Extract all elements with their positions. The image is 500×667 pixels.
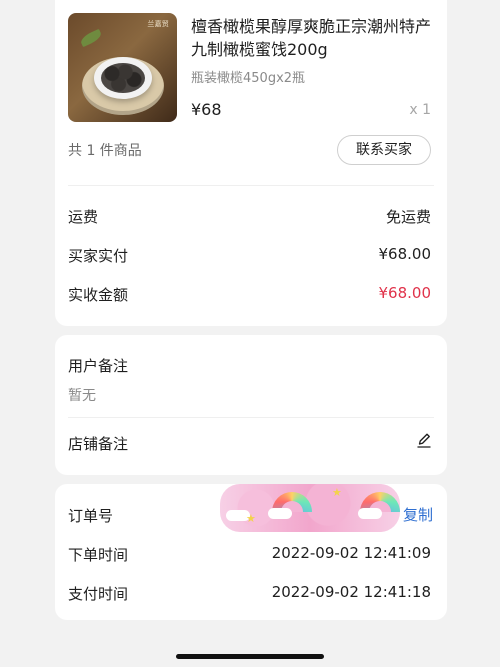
shipping-fee-label: 运费 [68, 208, 99, 226]
star-sticker-icon: ★ [332, 486, 342, 499]
buyer-paid-value: ¥68.00 [378, 245, 432, 263]
product-thumbnail[interactable]: 兰嘉贸 [68, 13, 177, 122]
thumbnail-olives [101, 63, 145, 93]
cloud-sticker-icon [268, 508, 292, 519]
product-card: 兰嘉贸 檀香橄榄果醇厚爽脆正宗潮州特产九制橄榄蜜饯200g 瓶装橄榄450gx2… [55, 0, 447, 326]
shipping-fee-value: 免运费 [385, 208, 431, 226]
thumbnail-leaf [78, 28, 104, 48]
copy-order-number-button[interactable]: 复制 [403, 504, 433, 525]
thumbnail-brand-mark: 兰嘉贸 [147, 20, 169, 28]
divider [68, 417, 434, 418]
received-amount-label: 实收金额 [68, 286, 129, 304]
product-price: ¥68 [191, 100, 222, 119]
items-count: 共 1 件商品 [68, 143, 142, 159]
contact-buyer-button[interactable]: 联系买家 [337, 135, 431, 165]
home-indicator [176, 654, 324, 659]
user-note-value: 暂无 [68, 388, 96, 404]
buyer-paid-label: 买家实付 [68, 247, 129, 265]
order-time-label: 下单时间 [68, 546, 129, 564]
product-spec: 瓶装橄榄450gx2瓶 [191, 71, 306, 86]
star-sticker-icon: ★ [246, 512, 256, 525]
user-note-label: 用户备注 [68, 357, 129, 375]
edit-pencil-icon[interactable] [415, 432, 433, 450]
payment-time-value: 2022-09-02 12:41:18 [271, 583, 431, 601]
received-amount-value: ¥68.00 [378, 284, 432, 302]
cloud-sticker-icon [358, 508, 382, 519]
order-info-card: 订单号 ★ ★ 复制 下单时间 2022-09-02 12:41:09 支付时间… [55, 484, 447, 620]
order-number-sticker: ★ ★ [220, 484, 400, 532]
product-quantity: x 1 [409, 102, 431, 118]
product-title[interactable]: 檀香橄榄果醇厚爽脆正宗潮州特产九制橄榄蜜饯200g [191, 15, 437, 61]
remarks-card: 用户备注 暂无 店铺备注 [55, 335, 447, 475]
order-time-value: 2022-09-02 12:41:09 [271, 544, 431, 562]
store-note-label: 店铺备注 [68, 435, 129, 453]
order-number-label: 订单号 [68, 507, 114, 525]
payment-time-label: 支付时间 [68, 585, 129, 603]
divider [68, 185, 434, 186]
